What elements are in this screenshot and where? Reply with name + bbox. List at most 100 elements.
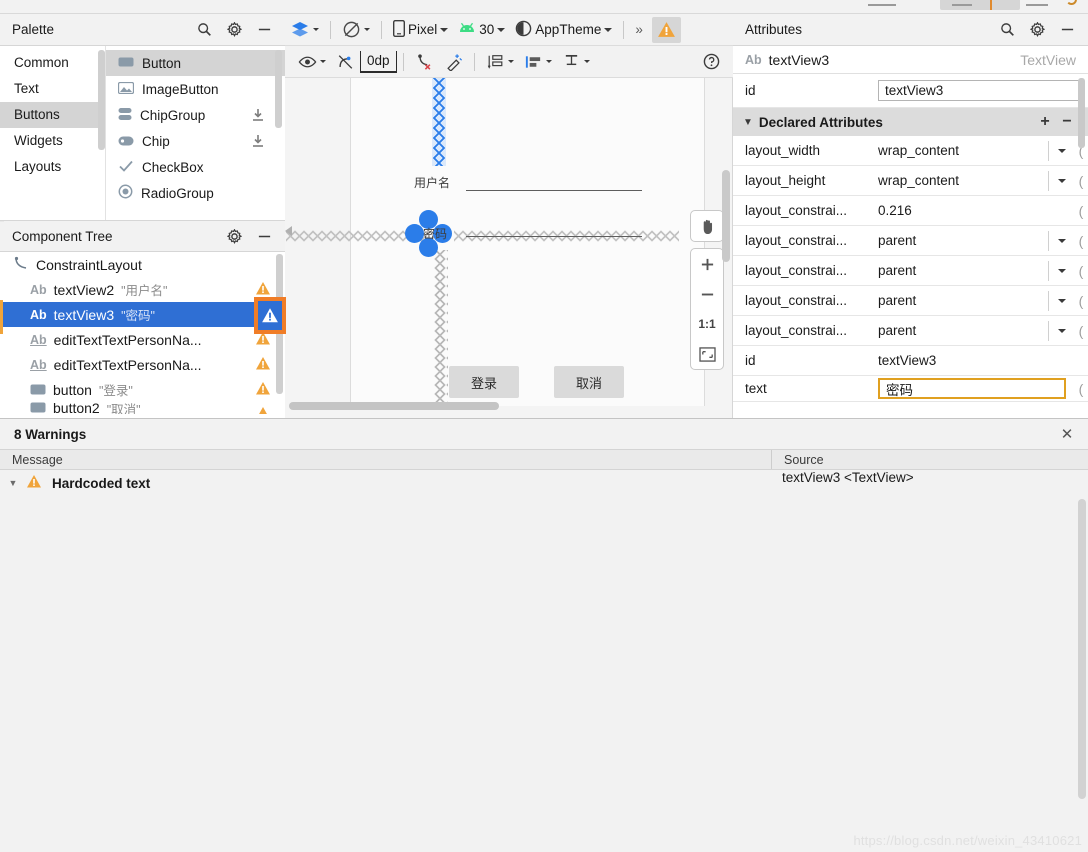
tree-row-textview2[interactable]: Ab textView2 "用户名" <box>0 277 285 302</box>
search-icon[interactable] <box>195 21 213 39</box>
orientation-icon[interactable] <box>337 17 375 43</box>
text-input[interactable]: 密码 <box>878 378 1066 399</box>
help-icon[interactable] <box>698 49 725 75</box>
minimize-icon[interactable] <box>1058 21 1076 39</box>
attributes-rows[interactable]: id textView3 ▼ Declared Attributes + − l… <box>733 74 1088 418</box>
palette-item-chipgroup[interactable]: ChipGroup <box>106 102 285 128</box>
warning-icon[interactable] <box>255 406 271 414</box>
palette-category-scrollbar[interactable] <box>98 50 105 150</box>
attr-row-constraint-bias[interactable]: layout_constrai... 0.216( <box>733 196 1088 226</box>
column-header-source[interactable]: Source <box>772 450 1088 469</box>
zoom-button-group[interactable]: 1:1 <box>690 248 724 370</box>
guidelines-icon[interactable] <box>481 49 519 75</box>
chevron-down-icon[interactable]: ▼ <box>743 117 753 128</box>
infer-constraints-icon[interactable] <box>439 49 468 75</box>
zoom-fit-icon[interactable] <box>691 339 723 369</box>
palette-item-chip[interactable]: Chip <box>106 128 285 154</box>
palette-item-radiogroup[interactable]: RadioGroup <box>106 180 285 206</box>
palette-category-list[interactable]: Common Text Buttons Widgets Layouts <box>0 46 105 220</box>
canvas-cancel-button[interactable]: 取消 <box>554 366 624 398</box>
palette-item-button[interactable]: Button <box>106 50 285 76</box>
column-header-message[interactable]: Message <box>0 450 772 469</box>
attr-value[interactable]: parent <box>878 233 1048 248</box>
attr-row-text[interactable]: text 密码 ( <box>733 376 1088 402</box>
attr-row-id[interactable]: id textView3 <box>733 74 1088 108</box>
pan-tool-group[interactable] <box>690 210 724 242</box>
username-input-underline[interactable] <box>466 190 642 191</box>
zoom-in-icon[interactable] <box>691 249 723 279</box>
chevron-down-icon[interactable] <box>1048 320 1074 341</box>
zoom-out-icon[interactable] <box>691 279 723 309</box>
download-icon[interactable] <box>251 108 265 122</box>
device-selector[interactable]: Pixel <box>388 17 453 43</box>
attr-row-layout-width[interactable]: layout_width wrap_content( <box>733 136 1088 166</box>
resource-picker-icon[interactable]: ( <box>1074 203 1088 219</box>
palette-category-common[interactable]: Common <box>0 50 105 76</box>
design-canvas[interactable]: 用户名 密码 登录 取消 1:1 <box>285 78 733 418</box>
warning-icon[interactable] <box>651 16 681 43</box>
attr-value[interactable]: textView3 <box>878 353 1088 368</box>
canvas-vertical-scrollbar[interactable] <box>722 170 730 262</box>
attr-row-constraint-4[interactable]: layout_constrai... parent ( <box>733 316 1088 346</box>
username-label[interactable]: 用户名 <box>414 174 450 191</box>
resource-picker-icon[interactable]: ( <box>1074 293 1088 309</box>
declared-attributes-section[interactable]: ▼ Declared Attributes + − <box>733 108 1088 136</box>
chevron-down-icon[interactable]: ▼ <box>0 478 26 488</box>
palette-category-text[interactable]: Text <box>0 76 105 102</box>
resource-picker-icon[interactable]: ( <box>1074 323 1088 339</box>
palette-category-buttons[interactable]: Buttons <box>0 102 105 128</box>
component-tree-body[interactable]: ConstraintLayout Ab textView2 "用户名" Ab t… <box>0 252 285 418</box>
attr-row-constraint-1[interactable]: layout_constrai... parent ( <box>733 226 1088 256</box>
tree-row-textview3[interactable]: Ab textView3 "密码" <box>0 302 285 327</box>
search-icon[interactable] <box>998 21 1016 39</box>
palette-category-layouts[interactable]: Layouts <box>0 154 105 180</box>
align-icon[interactable] <box>519 49 557 75</box>
warnings-scrollbar[interactable] <box>1078 499 1086 799</box>
close-icon[interactable]: ✕ <box>1046 425 1088 443</box>
warning-icon[interactable] <box>255 381 271 399</box>
device-preview[interactable]: 用户名 密码 登录 取消 <box>285 78 705 406</box>
resource-picker-icon[interactable]: ( <box>1074 381 1088 397</box>
palette-category-widgets[interactable]: Widgets <box>0 128 105 154</box>
resource-picker-icon[interactable]: ( <box>1074 263 1088 279</box>
remove-attribute-button[interactable]: − <box>1056 113 1078 131</box>
minimize-icon[interactable] <box>255 21 273 39</box>
highlighted-warning-icon[interactable] <box>254 297 286 334</box>
gear-icon[interactable] <box>1028 21 1046 39</box>
pan-icon[interactable] <box>691 211 723 241</box>
attr-value[interactable]: 0.216 <box>878 203 1074 218</box>
eye-icon[interactable] <box>293 49 331 75</box>
default-margin-button[interactable]: 0dp <box>360 50 397 73</box>
attr-row-id-declared[interactable]: id textView3 <box>733 346 1088 376</box>
canvas-horizontal-scrollbar[interactable] <box>289 402 499 410</box>
attr-value[interactable]: parent <box>878 293 1048 308</box>
chevron-down-icon[interactable] <box>1048 140 1074 161</box>
id-input[interactable]: textView3 <box>878 80 1080 101</box>
zoom-actual-icon[interactable]: 1:1 <box>691 309 723 339</box>
tree-row-edittext-2[interactable]: Ab editTextTextPersonNa... <box>0 352 285 377</box>
attr-value[interactable]: wrap_content <box>878 173 1048 188</box>
api-selector[interactable]: 30 <box>453 17 510 43</box>
chevron-down-icon[interactable] <box>1048 230 1074 251</box>
resource-picker-icon[interactable]: ( <box>1074 233 1088 249</box>
add-attribute-button[interactable]: + <box>1034 113 1056 131</box>
password-label[interactable]: 密码 <box>423 225 447 242</box>
chevron-down-icon[interactable] <box>1048 260 1074 281</box>
toolbar-overflow-button[interactable]: » <box>630 17 648 43</box>
constraints-off-icon[interactable] <box>331 49 360 75</box>
refresh-icon[interactable] <box>1066 0 1077 5</box>
palette-item-scrollbar[interactable] <box>275 50 282 128</box>
clear-constraints-icon[interactable] <box>410 49 439 75</box>
palette-item-list[interactable]: Button ImageButton ChipGroup Chip CheckB… <box>105 46 285 220</box>
warning-icon[interactable] <box>255 356 271 374</box>
attr-value[interactable]: wrap_content <box>878 143 1048 158</box>
attr-row-constraint-2[interactable]: layout_constrai... parent ( <box>733 256 1088 286</box>
chevron-down-icon[interactable] <box>1048 290 1074 311</box>
chevron-down-icon[interactable] <box>1048 170 1074 191</box>
zoom-controls[interactable]: 1:1 <box>690 210 724 376</box>
attr-row-layout-height[interactable]: layout_height wrap_content ( <box>733 166 1088 196</box>
tree-row-button2[interactable]: button2 "取消" <box>0 402 285 414</box>
baseline-icon[interactable] <box>557 49 595 75</box>
password-input-underline[interactable] <box>466 236 642 237</box>
attr-row-constraint-3[interactable]: layout_constrai... parent ( <box>733 286 1088 316</box>
